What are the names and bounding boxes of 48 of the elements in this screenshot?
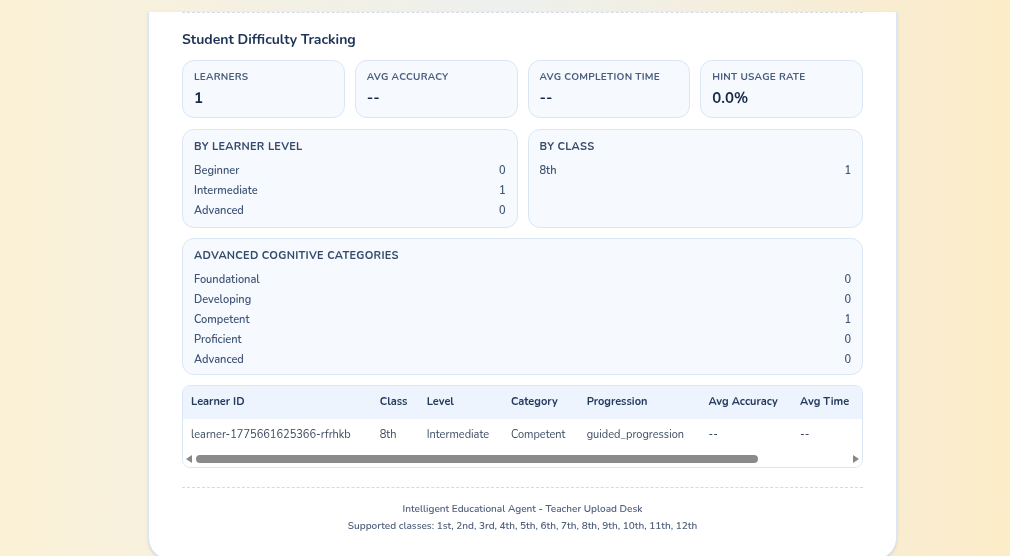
row-count: 0 xyxy=(498,202,506,220)
row-label: Proficient xyxy=(194,331,242,349)
table-cell: learner-1775661625366-rfrhkb xyxy=(183,418,372,451)
stat-label: HINT USAGE RATE xyxy=(712,70,807,85)
row-count: 0 xyxy=(844,271,851,289)
column-header: Level xyxy=(418,386,503,419)
scroll-left-icon[interactable] xyxy=(186,455,192,463)
row-count: 0 xyxy=(844,351,851,369)
row-count: 0 xyxy=(498,162,506,180)
section-title: Student Difficulty Tracking xyxy=(182,29,357,50)
table-cell: 8th xyxy=(371,418,419,451)
card-heading: BY LEARNER LEVEL xyxy=(194,139,304,156)
stat-value: 0.0% xyxy=(712,87,750,110)
table-cell: -- xyxy=(792,418,862,451)
column-header: Progression xyxy=(578,386,701,419)
row-label: Foundational xyxy=(194,271,260,289)
table-cell: Competent xyxy=(502,418,579,451)
row-count: 0 xyxy=(844,331,851,349)
scroll-right-icon[interactable] xyxy=(853,455,859,463)
column-header: Class xyxy=(371,386,419,419)
stat-value: -- xyxy=(539,87,554,110)
row-label: 8th xyxy=(539,162,557,180)
stat-value: 1 xyxy=(194,87,204,110)
stat-label: AVG COMPLETION TIME xyxy=(539,70,662,85)
row-label: Advanced xyxy=(194,351,244,369)
column-header: Category xyxy=(502,386,579,419)
footer-text: Intelligent Educational Agent - Teacher Upload Desk xyxy=(402,502,643,517)
row-label: Developing xyxy=(194,291,252,309)
row-label: Advanced xyxy=(194,202,244,220)
column-header: Learner ID xyxy=(183,386,372,419)
row-count: 1 xyxy=(498,182,506,200)
row-label: Beginner xyxy=(194,162,240,180)
table-cell: Intermediate xyxy=(418,418,503,451)
card-heading: ADVANCED COGNITIVE CATEGORIES xyxy=(194,248,400,265)
stat-label: LEARNERS xyxy=(194,70,250,85)
table-cell: guided_progression xyxy=(578,418,701,451)
column-header: Avg Accuracy xyxy=(700,386,793,419)
row-count: 0 xyxy=(844,291,851,309)
card-heading: BY CLASS xyxy=(539,139,596,156)
row-label: Intermediate xyxy=(194,182,258,200)
row-count: 1 xyxy=(844,311,851,329)
stat-label: AVG ACCURACY xyxy=(366,70,450,85)
column-header: Avg Time xyxy=(792,386,862,419)
table-cell: -- xyxy=(700,418,793,451)
stat-value: -- xyxy=(366,87,381,110)
row-count: 1 xyxy=(844,162,851,180)
row-label: Competent xyxy=(194,311,250,329)
footer-text: Supported classes: 1st, 2nd, 3rd, 4th, 5th, 6th, 7th, 8th, 9th, 10th, 11th, 12th xyxy=(347,519,698,534)
